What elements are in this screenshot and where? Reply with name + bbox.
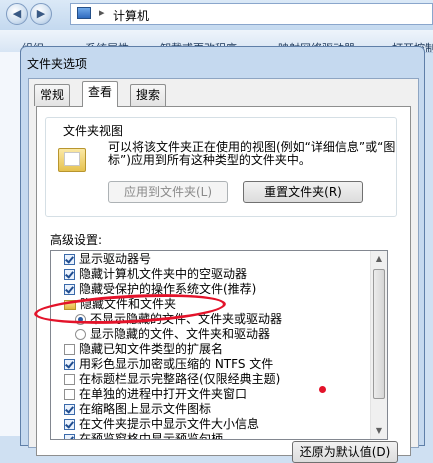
advanced-setting-label: 显示驱动器号 [79,252,152,266]
address-location: 计算机 [113,9,150,23]
advanced-setting-label: 隐藏已知文件类型的扩展名 [79,342,224,356]
folder-icon [64,300,76,310]
checkbox-checked-icon[interactable] [64,284,75,295]
advanced-setting-item[interactable]: 显示驱动器号 [51,252,382,267]
checkbox-unchecked-icon[interactable] [64,389,75,400]
advanced-setting-label: 在缩略图上显示文件图标 [79,402,212,416]
checkbox-checked-icon[interactable] [64,404,75,415]
checkbox-checked-icon[interactable] [64,359,75,370]
explorer-titlebar: ◀ ▶ ▸ 计算机 [0,0,433,31]
advanced-settings-list[interactable]: 显示驱动器号 隐藏计算机文件夹中的空驱动器 隐藏受保护的操作系统文件(推荐) 隐藏文件… [50,250,388,440]
dialog-title: 文件夹选项 [27,57,88,71]
checkbox-checked-icon[interactable] [64,254,75,265]
computer-icon [77,7,91,19]
advanced-setting-label: 隐藏计算机文件夹中的空驱动器 [79,267,248,281]
scroll-down-icon[interactable]: ▼ [371,423,387,439]
advanced-setting-item[interactable]: 在文件夹提示中显示文件大小信息 [51,417,382,432]
folder-views-label: 文件夹视图 [60,122,127,139]
advanced-setting-label: 在单独的进程中打开文件夹窗口 [79,387,248,401]
advanced-setting-item[interactable]: 隐藏已知文件类型的扩展名 [51,342,382,357]
restore-defaults-button[interactable]: 还原为默认值(D) [292,441,398,463]
radio-selected-icon[interactable] [75,314,86,325]
explorer-nav-pane [0,52,20,436]
chevron-right-icon: ▸ [99,6,105,19]
advanced-setting-label: 隐藏文件和文件夹 [80,297,177,311]
advanced-setting-item[interactable]: 在单独的进程中打开文件夹窗口 [51,387,382,402]
scroll-thumb[interactable] [373,269,385,399]
advanced-settings-label: 高级设置: [50,233,103,247]
tab-view[interactable]: 查看 [82,81,119,107]
folder-views-group: 文件夹视图 可以将该文件夹正在使用的视图(例如“详细信息”或“图标”)应用到所有… [45,117,397,217]
advanced-setting-item[interactable]: 隐藏文件和文件夹 [51,297,382,312]
advanced-setting-label: 在标题栏显示完整路径(仅限经典主题) [79,372,281,386]
checkbox-unchecked-icon[interactable] [64,344,75,355]
checkbox-checked-icon[interactable] [64,434,75,439]
advanced-setting-item[interactable]: 在缩略图上显示文件图标 [51,402,382,417]
advanced-setting-label: 在文件夹提示中显示文件大小信息 [79,417,260,431]
advanced-setting-item[interactable]: 显示隐藏的文件、文件夹和驱动器 [51,327,387,342]
advanced-settings-scrollbar[interactable]: ▲ ▼ [370,251,387,439]
advanced-setting-label: 不显示隐藏的文件、文件夹或驱动器 [90,312,283,326]
checkbox-checked-icon[interactable] [64,419,75,430]
reset-folders-button[interactable]: 重置文件夹(R) [243,181,363,203]
checkbox-checked-icon[interactable] [64,269,75,280]
folder-view-icon [58,146,86,172]
advanced-setting-item[interactable]: 隐藏计算机文件夹中的空驱动器 [51,267,382,282]
folder-views-description: 可以将该文件夹正在使用的视图(例如“详细信息”或“图标”)应用到所有这种类型的文… [108,140,396,167]
checkbox-unchecked-icon[interactable] [64,374,75,385]
advanced-setting-item[interactable]: 隐藏受保护的操作系统文件(推荐) [51,282,382,297]
advanced-setting-label: 隐藏受保护的操作系统文件(推荐) [79,282,257,296]
back-arrow-icon[interactable]: ◀ [6,3,28,25]
advanced-setting-item[interactable]: 在标题栏显示完整路径(仅限经典主题) [51,372,382,387]
tab-general[interactable]: 常规 [34,84,71,106]
address-bar[interactable]: ▸ 计算机 [70,3,433,25]
apply-to-folders-button[interactable]: 应用到文件夹(L) [108,181,228,203]
dialog-body: 常规 查看 搜索 文件夹视图 可以将该文件夹正在使用的视图(例如“详细信息”或“… [28,78,419,463]
folder-options-dialog: 文件夹选项 常规 查看 搜索 文件夹视图 可以将该文件夹正在使用的视图(例如“详… [20,46,425,463]
advanced-setting-item[interactable]: 在预览窗格中显示预览句柄 [51,432,382,440]
view-tab-panel: 文件夹视图 可以将该文件夹正在使用的视图(例如“详细信息”或“图标”)应用到所有… [36,106,411,463]
forward-arrow-icon[interactable]: ▶ [30,3,52,25]
advanced-setting-item[interactable]: 不显示隐藏的文件、文件夹或驱动器 [51,312,387,327]
radio-unselected-icon[interactable] [75,329,86,340]
advanced-setting-item[interactable]: 用彩色显示加密或压缩的 NTFS 文件 [51,357,382,372]
advanced-setting-label: 在预览窗格中显示预览句柄 [79,432,224,440]
tab-search[interactable]: 搜索 [130,84,167,106]
scroll-up-icon[interactable]: ▲ [371,251,387,267]
advanced-setting-label: 显示隐藏的文件、文件夹和驱动器 [90,327,271,341]
advanced-setting-label: 用彩色显示加密或压缩的 NTFS 文件 [79,357,274,371]
